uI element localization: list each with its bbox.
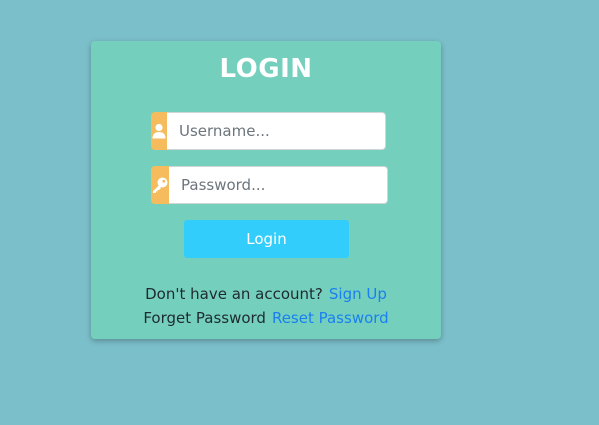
password-input[interactable] bbox=[169, 166, 388, 204]
signup-prompt-text: Don't have an account? bbox=[145, 285, 323, 303]
sign-up-link[interactable]: Sign Up bbox=[329, 285, 387, 303]
login-title: LOGIN bbox=[219, 54, 313, 84]
username-input[interactable] bbox=[167, 112, 386, 150]
login-card: LOGIN Login Don't have an account? Sign U… bbox=[91, 41, 441, 339]
username-input-group bbox=[151, 112, 386, 150]
login-button[interactable]: Login bbox=[184, 220, 349, 258]
signup-prompt: Don't have an account? Sign Up bbox=[91, 284, 441, 304]
key-icon bbox=[151, 166, 169, 204]
reset-password-link[interactable]: Reset Password bbox=[272, 309, 389, 327]
reset-prompt-text: Forget Password bbox=[143, 309, 266, 327]
user-icon bbox=[151, 112, 167, 150]
password-input-group bbox=[151, 166, 388, 204]
reset-prompt: Forget Password Reset Password bbox=[91, 308, 441, 328]
